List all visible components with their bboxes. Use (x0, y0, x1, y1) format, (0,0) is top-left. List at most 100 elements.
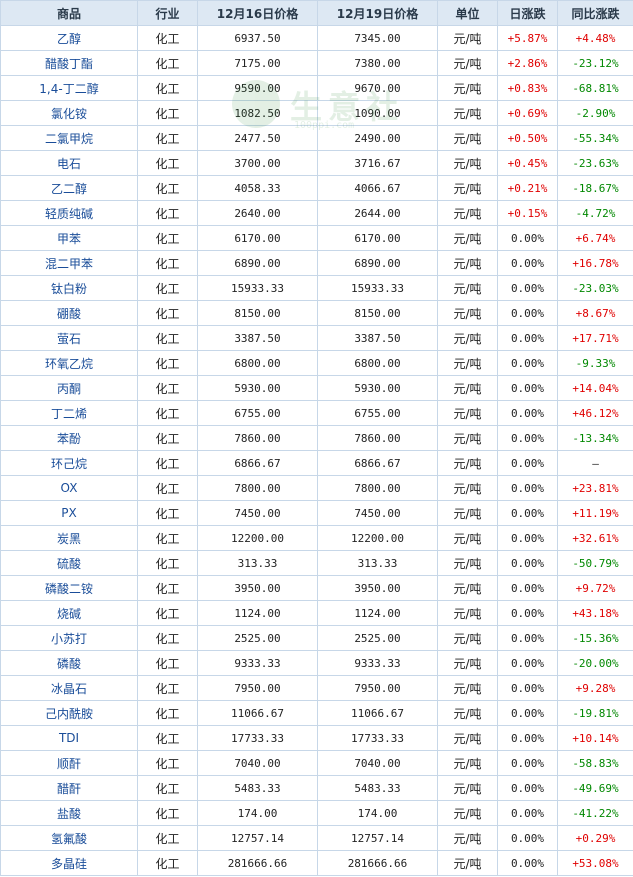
unit-cell: 元/吨 (437, 600, 498, 626)
commodity-name[interactable]: 己内酰胺 (0, 700, 138, 726)
industry-cell: 化工 (137, 600, 198, 626)
price-dec19: 6800.00 (317, 350, 438, 376)
price-dec16: 5483.33 (197, 775, 318, 801)
daily-change: 0.00% (497, 450, 558, 476)
commodity-name[interactable]: 冰晶石 (0, 675, 138, 701)
table-row: 磷酸 化工 9333.33 9333.33 元/吨 0.00% -20.00% (0, 650, 633, 676)
unit-cell: 元/吨 (437, 375, 498, 401)
price-dec16: 3700.00 (197, 150, 318, 176)
table-row: 磷酸二铵 化工 3950.00 3950.00 元/吨 0.00% +9.72% (0, 575, 633, 601)
daily-change: 0.00% (497, 275, 558, 301)
commodity-name[interactable]: 硼酸 (0, 300, 138, 326)
commodity-name[interactable]: 烧碱 (0, 600, 138, 626)
price-dec19: 11066.67 (317, 700, 438, 726)
commodity-name[interactable]: 炭黑 (0, 525, 138, 551)
header-row: 商品 行业 12月16日价格 12月19日价格 单位 日涨跌 同比涨跌 (0, 0, 633, 26)
daily-change: 0.00% (497, 550, 558, 576)
commodity-name[interactable]: 乙醇 (0, 25, 138, 51)
table-row: 混二甲苯 化工 6890.00 6890.00 元/吨 0.00% +16.78% (0, 250, 633, 276)
price-dec19: 12200.00 (317, 525, 438, 551)
commodity-name[interactable]: 混二甲苯 (0, 250, 138, 276)
table-row: 环氧乙烷 化工 6800.00 6800.00 元/吨 0.00% -9.33% (0, 350, 633, 376)
price-dec19: 7380.00 (317, 50, 438, 76)
commodity-name[interactable]: 丙酮 (0, 375, 138, 401)
price-dec16: 281666.66 (197, 850, 318, 876)
header-price-dec16[interactable]: 12月16日价格 (197, 0, 318, 26)
industry-cell: 化工 (137, 625, 198, 651)
yoy-change: — (557, 450, 633, 476)
table-row: 丁二烯 化工 6755.00 6755.00 元/吨 0.00% +46.12% (0, 400, 633, 426)
commodity-name[interactable]: 苯酚 (0, 425, 138, 451)
yoy-change: -23.63% (557, 150, 633, 176)
commodity-name[interactable]: PX (0, 500, 138, 526)
yoy-change: -20.00% (557, 650, 633, 676)
yoy-change: +4.48% (557, 25, 633, 51)
commodity-name[interactable]: 环己烷 (0, 450, 138, 476)
header-daily-change[interactable]: 日涨跌 (497, 0, 558, 26)
daily-change: +0.45% (497, 150, 558, 176)
unit-cell: 元/吨 (437, 800, 498, 826)
commodity-name[interactable]: 萤石 (0, 325, 138, 351)
yoy-change: +9.28% (557, 675, 633, 701)
price-dec19: 12757.14 (317, 825, 438, 851)
commodity-name[interactable]: 甲苯 (0, 225, 138, 251)
commodity-name[interactable]: TDI (0, 725, 138, 751)
commodity-name[interactable]: 盐酸 (0, 800, 138, 826)
price-dec19: 2644.00 (317, 200, 438, 226)
table-body: 乙醇 化工 6937.50 7345.00 元/吨 +5.87% +4.48% 醋酸丁酯 化工 7… (0, 25, 633, 876)
commodity-name[interactable]: 乙二醇 (0, 175, 138, 201)
commodity-name[interactable]: 多晶硅 (0, 850, 138, 876)
commodity-name[interactable]: 电石 (0, 150, 138, 176)
commodity-name[interactable]: 环氧乙烷 (0, 350, 138, 376)
commodity-name[interactable]: OX (0, 475, 138, 501)
daily-change: +2.86% (497, 50, 558, 76)
header-industry[interactable]: 行业 (137, 0, 198, 26)
yoy-change: +9.72% (557, 575, 633, 601)
commodity-name[interactable]: 磷酸 (0, 650, 138, 676)
price-dec16: 7450.00 (197, 500, 318, 526)
commodity-name[interactable]: 醋酐 (0, 775, 138, 801)
header-commodity[interactable]: 商品 (0, 0, 138, 26)
price-dec16: 5930.00 (197, 375, 318, 401)
commodity-name[interactable]: 二氯甲烷 (0, 125, 138, 151)
commodity-name[interactable]: 氢氟酸 (0, 825, 138, 851)
daily-change: 0.00% (497, 425, 558, 451)
price-dec19: 2490.00 (317, 125, 438, 151)
header-yoy-change[interactable]: 同比涨跌 (557, 0, 633, 26)
commodity-name[interactable]: 丁二烯 (0, 400, 138, 426)
yoy-change: -19.81% (557, 700, 633, 726)
yoy-change: +53.08% (557, 850, 633, 876)
yoy-change: +11.19% (557, 500, 633, 526)
price-dec16: 7950.00 (197, 675, 318, 701)
yoy-change: -15.36% (557, 625, 633, 651)
table-row: 烧碱 化工 1124.00 1124.00 元/吨 0.00% +43.18% (0, 600, 633, 626)
unit-cell: 元/吨 (437, 225, 498, 251)
commodity-name[interactable]: 钛白粉 (0, 275, 138, 301)
daily-change: 0.00% (497, 750, 558, 776)
header-price-dec19[interactable]: 12月19日价格 (317, 0, 438, 26)
header-unit[interactable]: 单位 (437, 0, 498, 26)
commodity-name[interactable]: 顺酐 (0, 750, 138, 776)
commodity-name[interactable]: 轻质纯碱 (0, 200, 138, 226)
daily-change: 0.00% (497, 650, 558, 676)
commodity-name[interactable]: 硫酸 (0, 550, 138, 576)
price-dec19: 5930.00 (317, 375, 438, 401)
price-dec19: 313.33 (317, 550, 438, 576)
industry-cell: 化工 (137, 125, 198, 151)
commodity-name[interactable]: 小苏打 (0, 625, 138, 651)
commodity-name[interactable]: 磷酸二铵 (0, 575, 138, 601)
price-dec16: 313.33 (197, 550, 318, 576)
industry-cell: 化工 (137, 750, 198, 776)
daily-change: 0.00% (497, 500, 558, 526)
yoy-change: +32.61% (557, 525, 633, 551)
unit-cell: 元/吨 (437, 100, 498, 126)
commodity-name[interactable]: 醋酸丁酯 (0, 50, 138, 76)
price-dec19: 6170.00 (317, 225, 438, 251)
price-dec16: 12757.14 (197, 825, 318, 851)
price-dec19: 7450.00 (317, 500, 438, 526)
industry-cell: 化工 (137, 550, 198, 576)
table-row: 二氯甲烷 化工 2477.50 2490.00 元/吨 +0.50% -55.34% (0, 125, 633, 151)
commodity-name[interactable]: 氯化铵 (0, 100, 138, 126)
commodity-name[interactable]: 1,4-丁二醇 (0, 75, 138, 101)
daily-change: 0.00% (497, 800, 558, 826)
